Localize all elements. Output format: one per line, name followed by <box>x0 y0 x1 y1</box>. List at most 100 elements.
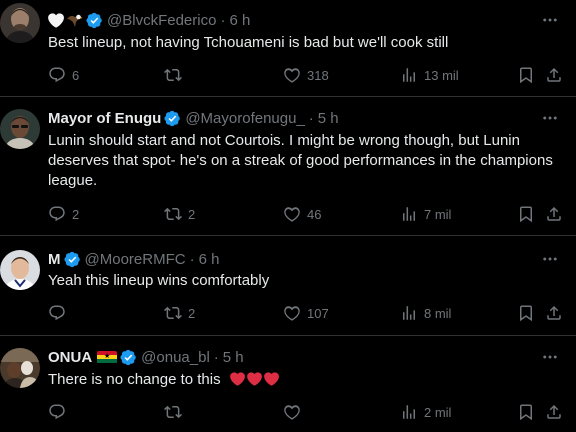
bookmark-icon <box>517 205 535 223</box>
reply-button[interactable] <box>48 303 72 323</box>
views-button[interactable]: 2 mil <box>400 402 451 422</box>
share-button[interactable] <box>545 303 563 323</box>
retweet-count: 2 <box>188 206 196 222</box>
retweet-button[interactable] <box>164 65 188 85</box>
tweet[interactable]: ONUA ★ @onua_bl · 5 h There is no change… <box>0 336 576 432</box>
share-icon <box>545 205 563 223</box>
views-button[interactable]: 7 mil <box>400 204 451 224</box>
separator-dot: · <box>220 11 226 29</box>
user-handle[interactable]: @onua_bl <box>141 349 210 366</box>
display-name[interactable]: M <box>48 251 61 268</box>
bookmark-icon <box>517 66 535 84</box>
bookmark-icon <box>517 304 535 322</box>
separator-dot: · <box>189 250 195 268</box>
bookmark-icon <box>517 403 535 421</box>
like-button[interactable]: 46 <box>283 204 321 224</box>
views-icon <box>400 403 418 421</box>
share-button[interactable] <box>545 204 563 224</box>
retweet-icon <box>164 205 182 223</box>
more-icon[interactable] <box>540 108 560 128</box>
retweet-icon <box>164 403 182 421</box>
bookmark-button[interactable] <box>517 204 535 224</box>
like-button[interactable]: 107 <box>283 303 329 323</box>
tweet-actions: 2 2 46 7 mil <box>0 204 576 224</box>
timestamp[interactable]: 5 h <box>318 110 339 127</box>
share-icon <box>545 304 563 322</box>
tweet[interactable]: @BlvckFederico · 6 h Best lineup, not ha… <box>0 0 576 97</box>
white-heart-emoji <box>48 12 64 28</box>
like-count: 46 <box>307 206 322 222</box>
share-icon <box>545 403 563 421</box>
bookmark-button[interactable] <box>517 303 535 323</box>
timestamp[interactable]: 6 h <box>229 12 250 29</box>
views-count: 8 mil <box>424 305 452 321</box>
verified-badge-icon <box>86 12 103 29</box>
like-count: 318 <box>307 67 329 83</box>
avatar[interactable] <box>0 109 40 149</box>
display-name[interactable]: ONUA <box>48 349 92 366</box>
red-heart-emoji <box>230 372 245 386</box>
retweet-button[interactable] <box>164 402 188 422</box>
share-icon <box>545 66 563 84</box>
like-button[interactable] <box>283 402 307 422</box>
share-button[interactable] <box>545 402 563 422</box>
views-button[interactable]: 13 mil <box>400 65 459 85</box>
bookmark-button[interactable] <box>517 402 535 422</box>
verified-badge-icon <box>64 251 81 268</box>
user-handle[interactable]: @MooreRMFC <box>85 251 186 268</box>
verified-badge-icon <box>164 110 181 127</box>
timestamp[interactable]: 5 h <box>223 349 244 366</box>
tweet-header: M @MooreRMFC · 6 h <box>48 249 219 269</box>
like-icon <box>283 304 301 322</box>
tweet-header: ONUA ★ @onua_bl · 5 h <box>48 347 244 367</box>
retweet-button[interactable]: 2 <box>164 204 195 224</box>
tweet-actions: 6 318 13 mil <box>0 65 576 85</box>
retweet-icon <box>164 304 182 322</box>
display-name[interactable]: Mayor of Enugu <box>48 110 161 127</box>
reply-icon <box>48 205 66 223</box>
red-heart-emoji <box>264 372 279 386</box>
retweet-icon <box>164 66 182 84</box>
more-icon[interactable] <box>540 10 560 30</box>
tweet-header: Mayor of Enugu @Mayorofenugu_ · 5 h <box>48 108 339 128</box>
retweet-button[interactable]: 2 <box>164 303 195 323</box>
retweet-count: 2 <box>188 305 196 321</box>
reply-icon <box>48 304 66 322</box>
reply-icon <box>48 66 66 84</box>
like-count: 107 <box>307 305 329 321</box>
reply-button[interactable]: 6 <box>48 65 79 85</box>
tweet[interactable]: M @MooreRMFC · 6 h Yeah this lineup wins… <box>0 236 576 336</box>
like-icon <box>283 66 301 84</box>
reply-button[interactable] <box>48 402 72 422</box>
avatar[interactable] <box>0 348 40 388</box>
like-icon <box>283 403 301 421</box>
avatar[interactable] <box>0 3 40 43</box>
views-icon <box>400 304 418 322</box>
bookmark-button[interactable] <box>517 65 535 85</box>
views-button[interactable]: 8 mil <box>400 303 451 323</box>
tweet-text-container: There is no change to this <box>48 370 558 390</box>
ghana-flag-emoji: ★ <box>97 350 118 364</box>
verified-badge-icon <box>120 349 137 366</box>
tweet-actions: 2 mil <box>0 402 576 422</box>
timestamp[interactable]: 6 h <box>199 251 220 268</box>
user-handle[interactable]: @BlvckFederico <box>107 12 216 29</box>
views-icon <box>400 66 418 84</box>
share-button[interactable] <box>545 65 563 85</box>
more-icon[interactable] <box>540 249 560 269</box>
tweet-header: @BlvckFederico · 6 h <box>48 10 250 30</box>
tweet-text: Best lineup, not having Tchouameni is ba… <box>48 34 449 51</box>
like-button[interactable]: 318 <box>283 65 329 85</box>
user-handle[interactable]: @Mayorofenugu_ <box>185 110 304 127</box>
red-heart-emoji <box>247 372 262 386</box>
more-icon[interactable] <box>540 347 560 367</box>
tweet[interactable]: Mayor of Enugu @Mayorofenugu_ · 5 h Luni… <box>0 97 576 236</box>
separator-dot: · <box>213 348 219 366</box>
views-count: 2 mil <box>424 404 452 420</box>
like-icon <box>283 205 301 223</box>
eagle-emoji <box>66 13 83 28</box>
avatar[interactable] <box>0 250 40 290</box>
separator-dot: · <box>308 109 314 127</box>
reply-button[interactable]: 2 <box>48 204 79 224</box>
reply-icon <box>48 403 66 421</box>
